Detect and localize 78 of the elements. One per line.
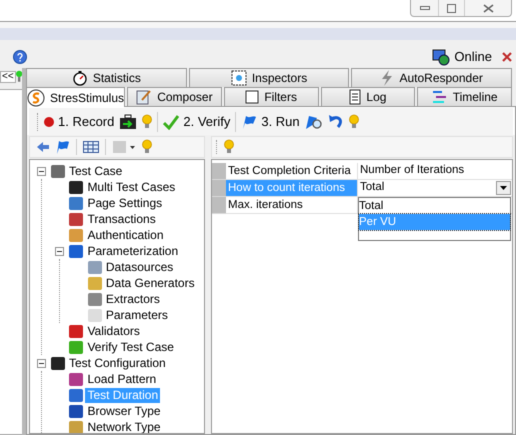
tree-item-icon: [69, 404, 84, 418]
tree-item-icon: [88, 260, 102, 274]
row-header: [212, 197, 226, 214]
tab[interactable]: AutoResponder: [351, 68, 512, 87]
tree-item-icon: [69, 420, 84, 433]
record-icon: [44, 116, 54, 126]
lightbulb-icon[interactable]: [142, 139, 152, 155]
toolbar-button[interactable]: 2. Verify: [163, 112, 230, 132]
close-icon[interactable]: [502, 52, 512, 62]
close-icon: [482, 4, 494, 12]
tree-item[interactable]: Validators: [85, 324, 142, 338]
tree-item-icon: [69, 196, 84, 210]
tab[interactable]: Composer: [127, 87, 222, 106]
tab[interactable]: Filters: [224, 87, 319, 106]
colored-lines-icon: [432, 90, 448, 104]
lightbulb-icon[interactable]: [142, 114, 152, 130]
tab[interactable]: Inspectors: [188, 68, 350, 87]
dropdown-button[interactable]: [496, 181, 511, 195]
connection-status: Online: [454, 48, 492, 66]
pencil-note-icon: [136, 89, 152, 105]
tree-item-icon: [51, 164, 65, 178]
property-value: Number of Iterations: [360, 163, 464, 178]
toolbar-button[interactable]: 1. Record: [44, 112, 114, 132]
briefcase-icon[interactable]: [119, 114, 138, 130]
tree-item[interactable]: Network Type: [85, 420, 163, 433]
tab[interactable]: StresStimulus: [26, 87, 126, 107]
tree-item[interactable]: Extractors: [104, 292, 162, 306]
back-arrow-icon[interactable]: [36, 141, 50, 153]
tree-item-icon: [88, 276, 102, 290]
checkmark-icon: [163, 114, 180, 130]
tree-item-icon: [69, 340, 84, 354]
collapse-panel-button[interactable]: <<: [0, 71, 16, 83]
tree-item-icon: [88, 308, 102, 322]
table-icon[interactable]: [83, 141, 99, 153]
tab[interactable]: Log: [320, 87, 416, 106]
tree-item[interactable]: Page Settings: [85, 196, 164, 210]
tree-item[interactable]: Verify Test Case: [85, 340, 176, 354]
undo-icon[interactable]: [328, 114, 344, 130]
tree-item[interactable]: Test Configuration: [67, 356, 168, 370]
help-icon[interactable]: [13, 50, 27, 64]
row-header: [212, 163, 226, 180]
tree-item[interactable]: Authentication: [85, 228, 166, 242]
tree-item-icon: [51, 356, 65, 370]
tree-item[interactable]: Datasources: [104, 260, 176, 274]
tree-item-icon: [69, 244, 84, 258]
tab[interactable]: Statistics: [26, 68, 187, 87]
tree-item-icon: [69, 212, 84, 226]
tree-item[interactable]: Data Generators: [104, 276, 197, 290]
tree-item-icon: [69, 180, 84, 194]
square-icon: [245, 90, 260, 104]
flag-icon: [241, 114, 258, 130]
stopwatch-icon: [72, 70, 88, 86]
tab[interactable]: Timeline: [417, 87, 512, 106]
collapse-toggle[interactable]: [54, 246, 64, 256]
tree-item-icon: [69, 228, 84, 242]
tree-item-icon: [69, 324, 84, 338]
row-header: [212, 180, 226, 197]
property-value: Total: [360, 180, 384, 196]
tree-item[interactable]: Parameters: [104, 308, 170, 322]
flag-icon[interactable]: [56, 140, 70, 154]
lightning-icon: [380, 70, 394, 86]
lightbulb-icon[interactable]: [224, 139, 234, 155]
caret-icon: [500, 186, 507, 190]
tree-item-icon: [69, 388, 84, 402]
toolbar-button[interactable]: 3. Run: [241, 112, 300, 132]
lightbulb-icon[interactable]: [348, 114, 359, 130]
tree-item[interactable]: Transactions: [85, 212, 158, 226]
flag-magnifier-icon[interactable]: [304, 114, 323, 130]
collapse-toggle[interactable]: [36, 358, 46, 368]
tree-item[interactable]: Test Case: [67, 164, 124, 178]
tree-item[interactable]: Parameterization: [85, 244, 180, 258]
tree-item-icon: [88, 292, 102, 306]
collapse-toggle[interactable]: [36, 166, 46, 176]
tree-item[interactable]: Browser Type: [85, 404, 163, 418]
dropdown-option[interactable]: Total: [359, 198, 510, 214]
tree-item[interactable]: Multi Test Cases: [85, 180, 178, 194]
tree-item-icon: [69, 372, 84, 386]
tree-item[interactable]: Load Pattern: [85, 372, 158, 386]
